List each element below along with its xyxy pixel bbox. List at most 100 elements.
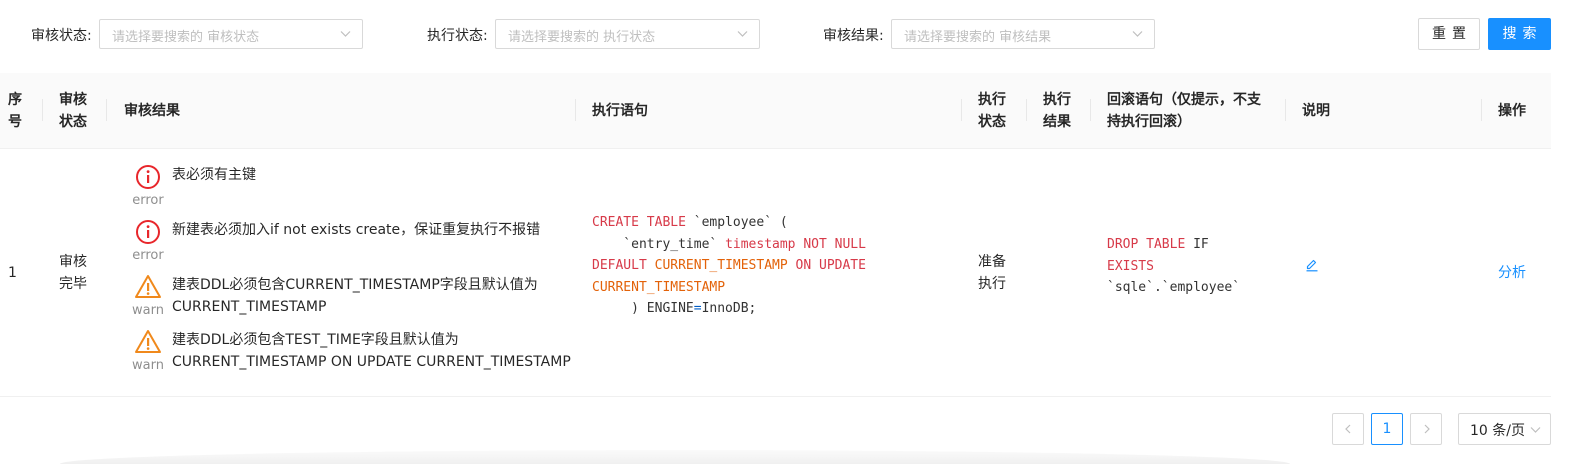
rollback-statement: DROP TABLE IF EXISTS `sqle`.`employee`	[1107, 234, 1240, 299]
header-rollback-line2: 持执行回滚）	[1107, 114, 1191, 130]
filter-label-audit-status: 审核状态:	[31, 28, 92, 44]
sql-text: `sqle`.`employee`	[1107, 280, 1241, 295]
error-circle-icon	[136, 165, 160, 189]
chevron-right-icon	[1424, 424, 1430, 434]
sql-function: CURRENT_TIMESTAMP	[592, 279, 726, 295]
sql-text: `employee` (	[685, 215, 788, 230]
footer-shadow	[60, 450, 1290, 464]
sql-keyword: EXISTS	[1107, 258, 1154, 274]
header-index-line2: 号	[8, 114, 22, 130]
audit-result-placeholder: 请选择要搜索的 审核结果	[904, 30, 1052, 45]
header-index-line1: 序	[8, 92, 22, 108]
edit-icon[interactable]	[1305, 258, 1319, 272]
warning-triangle-icon	[135, 330, 161, 353]
column-divider	[42, 99, 43, 121]
pagination-next-button[interactable]	[1410, 413, 1442, 445]
page-size-value: 10 条/页	[1470, 423, 1525, 439]
pagination-prev-button[interactable]	[1332, 413, 1364, 445]
header-exec-status-line2: 状态	[978, 114, 1006, 130]
audit-level: warn	[132, 358, 164, 373]
header-action: 操作	[1498, 103, 1526, 119]
header-audit-result: 审核结果	[124, 103, 180, 119]
audit-message: 表必须有主键	[172, 167, 256, 183]
column-divider	[1481, 99, 1482, 121]
sql-keyword: timestamp	[725, 236, 796, 252]
error-circle-icon	[136, 220, 160, 244]
sql-text: `entry_time`	[592, 236, 726, 252]
column-divider	[575, 99, 576, 121]
row-exec-status-line2: 执行	[978, 276, 1006, 292]
audit-result-item: warn 建表DDL必须包含TEST_TIME字段且默认值为 CURRENT_T…	[130, 314, 572, 373]
audit-status-select[interactable]: 请选择要搜索的 审核状态	[99, 19, 363, 49]
page-size-select[interactable]: 10 条/页	[1458, 413, 1551, 445]
analyze-link[interactable]: 分析	[1498, 262, 1526, 284]
header-description: 说明	[1302, 103, 1330, 119]
chevron-down-icon	[1530, 427, 1541, 433]
column-divider	[1026, 99, 1027, 121]
sql-line: ) ENGINE=InnoDB;	[592, 298, 866, 320]
sql-line: EXISTS	[1107, 256, 1240, 278]
header-audit-status-line1: 审核	[59, 92, 87, 108]
exec-status-select[interactable]: 请选择要搜索的 执行状态	[495, 19, 760, 49]
row-audit-status-line2: 完毕	[59, 276, 87, 292]
audit-result-item: error 表必须有主键	[130, 149, 570, 208]
filter-label-audit-result: 审核结果:	[823, 28, 884, 44]
row-exec-status-line1: 准备	[978, 254, 1006, 270]
column-divider	[961, 99, 962, 121]
sql-operator: =	[693, 301, 702, 316]
audit-message-line: CURRENT_TIMESTAMP ON UPDATE CURRENT_TIME…	[172, 354, 571, 370]
sql-text: ) ENGINE	[592, 301, 694, 316]
audit-result-select[interactable]: 请选择要搜索的 审核结果	[891, 19, 1155, 49]
sql-keyword: NOT NULL	[795, 236, 866, 252]
reset-button[interactable]: 重置	[1418, 18, 1480, 50]
header-exec-status-line1: 执行	[978, 92, 1006, 108]
row-audit-status: 审核 完毕	[59, 251, 87, 295]
column-divider	[1090, 99, 1091, 121]
row-audit-status-line1: 审核	[59, 254, 87, 270]
header-rollback: 回滚语句（仅提示，不支 持执行回滚）	[1107, 89, 1261, 133]
audit-status-placeholder: 请选择要搜索的 审核状态	[112, 30, 260, 45]
row-index: 1	[8, 265, 17, 281]
row-exec-status: 准备 执行	[978, 251, 1006, 295]
sql-line: DROP TABLE IF	[1107, 234, 1240, 256]
sql-keyword: CREATE TABLE	[592, 215, 686, 230]
audit-message-line: 建表DDL必须包含CURRENT_TIMESTAMP字段且默认值为	[172, 277, 538, 293]
audit-message-line: 建表DDL必须包含TEST_TIME字段且默认值为	[172, 332, 459, 348]
header-audit-status-line2: 状态	[59, 114, 87, 130]
sql-line: `sqle`.`employee`	[1107, 277, 1240, 299]
header-rollback-line1: 回滚语句（仅提示，不支	[1107, 92, 1261, 108]
table-row: 1 审核 完毕 error 表必须有主键 error 新建表必须加入if not…	[0, 149, 1551, 397]
audit-message: 建表DDL必须包含CURRENT_TIMESTAMP字段且默认值为 CURREN…	[172, 274, 572, 318]
header-exec-result: 执行 结果	[1043, 89, 1071, 133]
header-audit-status: 审核 状态	[59, 89, 87, 133]
sql-keyword: ON UPDATE	[787, 258, 866, 273]
sql-keyword: DEFAULT	[592, 258, 647, 273]
pagination-page-1[interactable]: 1	[1371, 413, 1403, 445]
header-exec-result-line1: 执行	[1043, 92, 1071, 108]
column-divider	[106, 99, 107, 121]
chevron-down-icon	[340, 31, 351, 37]
column-divider	[1285, 99, 1286, 121]
audit-result-item: error 新建表必须加入if not exists create，保证重复执行…	[130, 204, 570, 263]
header-exec-result-line2: 结果	[1043, 114, 1071, 130]
sql-line: CREATE TABLE `employee` (	[592, 212, 866, 234]
search-button[interactable]: 搜索	[1488, 18, 1551, 50]
sql-text: IF	[1185, 237, 1209, 252]
audit-message: 建表DDL必须包含TEST_TIME字段且默认值为 CURRENT_TIMEST…	[172, 329, 572, 373]
sql-text: InnoDB;	[701, 301, 757, 316]
audit-message: 新建表必须加入if not exists create，保证重复执行不报错	[172, 222, 541, 238]
sql-statement: CREATE TABLE `employee` ( `entry_time` t…	[592, 212, 866, 320]
filter-bar: 审核状态: 请选择要搜索的 审核状态 执行状态: 请选择要搜索的 执行状态 审核…	[0, 0, 1595, 72]
filter-label-exec-status: 执行状态:	[427, 28, 488, 44]
header-sql: 执行语句	[592, 103, 648, 119]
chevron-down-icon	[1132, 31, 1143, 37]
audit-result-item: warn 建表DDL必须包含CURRENT_TIMESTAMP字段且默认值为 C…	[130, 259, 572, 318]
warning-triangle-icon	[135, 275, 161, 298]
exec-status-placeholder: 请选择要搜索的 执行状态	[508, 30, 656, 45]
sql-line: DEFAULT CURRENT_TIMESTAMP ON UPDATE	[592, 255, 866, 277]
sql-keyword: DROP TABLE	[1107, 237, 1186, 252]
chevron-down-icon	[737, 31, 748, 37]
header-exec-status: 执行 状态	[978, 89, 1006, 133]
sql-function: CURRENT_TIMESTAMP	[646, 258, 788, 273]
chevron-left-icon	[1345, 424, 1351, 434]
